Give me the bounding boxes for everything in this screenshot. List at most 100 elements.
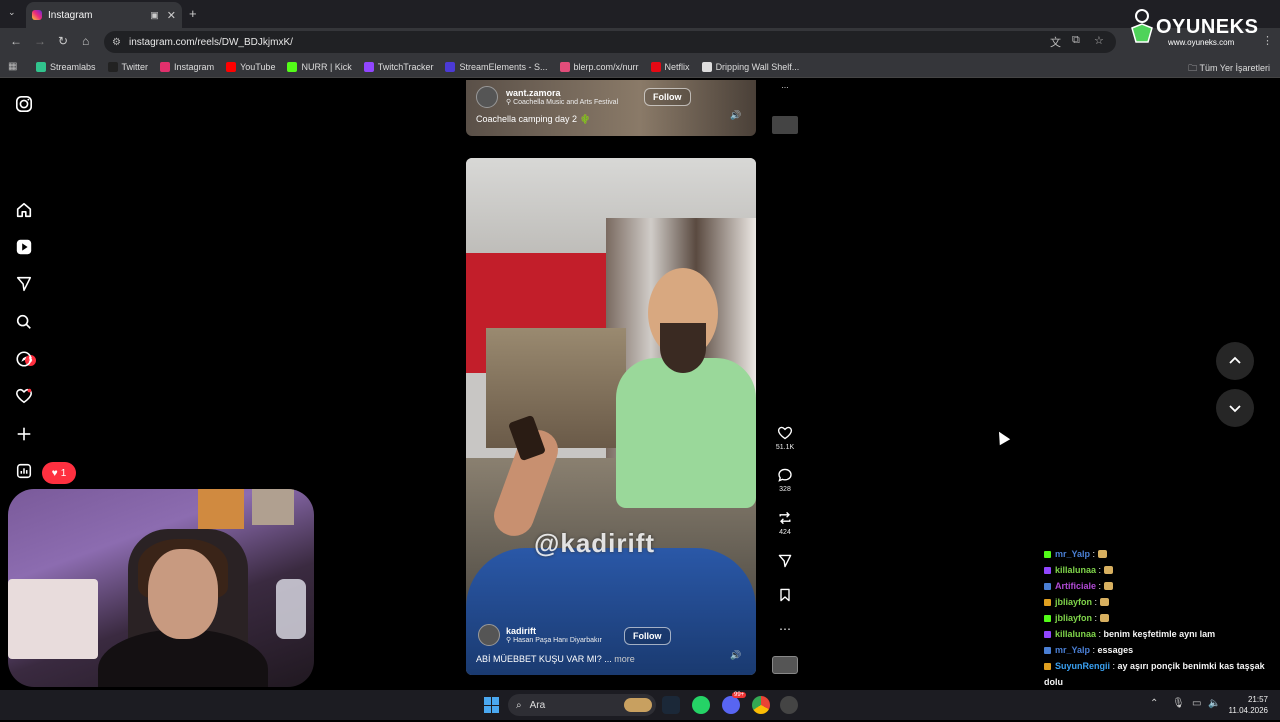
create-plus-icon[interactable] <box>14 424 34 444</box>
address-bar[interactable]: ⚙ instagram.com/reels/DW_BDJkjmxK/ <box>104 31 1116 53</box>
chat-emote-icon <box>1103 566 1113 574</box>
oyuneks-logo: OYUNEKS www.oyuneks.com <box>1128 8 1278 48</box>
volume-icon[interactable]: 🔊 <box>730 650 741 661</box>
share-icon[interactable] <box>772 553 798 572</box>
repost-count: 424 <box>779 529 791 536</box>
chat-message: SuyunRengii : ay aşırı ponçik benimki ka… <box>1044 658 1280 674</box>
home-icon[interactable]: ⌂ <box>82 34 89 48</box>
likes-notification-pill[interactable]: ♥ 1 <box>42 462 76 484</box>
volume-icon[interactable]: 🔈 <box>1208 698 1220 709</box>
avatar[interactable] <box>478 624 500 646</box>
heart-icon: ♥ <box>51 467 58 479</box>
site-info-icon[interactable]: ⚙ <box>112 37 121 48</box>
all-bookmarks-label: Tüm Yer İşaretleri <box>1199 63 1270 73</box>
avatar[interactable] <box>476 86 498 108</box>
reel-username[interactable]: kadirift <box>506 626 602 636</box>
chat-message: jbliayfon : <box>1044 610 1280 626</box>
volume-icon[interactable]: 🔊 <box>730 110 741 121</box>
apps-grid-icon[interactable]: ▦ <box>8 61 22 72</box>
bookmark-item[interactable]: Streamlabs <box>36 61 96 72</box>
bookmark-item[interactable]: NURR | Kick <box>287 61 352 72</box>
instagram-logo-icon[interactable] <box>14 94 34 114</box>
bookmark-item[interactable]: StreamElements - S... <box>445 61 548 72</box>
windows-taskbar: ⌕ Ara 99+ ⌃ 🎙 ▭ 🔈 21:57 11.04.2026 <box>0 690 1280 720</box>
bookmark-star-icon[interactable]: ☆ <box>1094 34 1104 47</box>
obs-icon[interactable] <box>780 696 798 714</box>
network-icon[interactable]: ▭ <box>1192 698 1201 709</box>
caption-more-link[interactable]: more <box>614 654 635 664</box>
comment-action[interactable]: 328 <box>772 467 798 493</box>
reel-previous[interactable]: want.zamora ⚲ Coachella Music and Arts F… <box>466 80 756 136</box>
new-tab-button[interactable]: + <box>189 6 197 21</box>
previous-reel-button[interactable] <box>1216 342 1254 380</box>
browser-tab-instagram[interactable]: Instagram ▣ ✕ <box>26 2 182 28</box>
chrome-icon[interactable] <box>752 696 770 714</box>
audio-thumbnail[interactable] <box>772 656 798 674</box>
reel-username[interactable]: want.zamora <box>506 88 618 98</box>
bookmark-label: Twitter <box>121 61 149 72</box>
chat-badge-icon <box>1044 615 1051 622</box>
bookmark-item[interactable]: YouTube <box>226 61 275 72</box>
reel-location[interactable]: ⚲ Hasan Paşa Hanı Diyarbakır <box>506 636 602 644</box>
chat-badge-icon <box>1044 599 1051 606</box>
tab-title: Instagram <box>48 9 93 21</box>
reels-icon[interactable] <box>14 237 34 257</box>
forward-icon[interactable]: → <box>34 34 46 48</box>
tray-chevron-icon[interactable]: ⌃ <box>1150 698 1158 709</box>
reload-icon[interactable]: ↻ <box>58 34 68 48</box>
messages-icon[interactable] <box>14 274 34 294</box>
search-icon[interactable] <box>14 312 34 332</box>
mic-icon[interactable]: 🎙 <box>1172 698 1185 709</box>
chat-badge-icon <box>1044 551 1051 558</box>
netflix-icon <box>650 61 661 72</box>
dashboard-chart-icon[interactable] <box>14 461 34 481</box>
tab-search-chevron-icon[interactable]: ⌄ <box>8 7 16 18</box>
discord-icon[interactable] <box>722 696 740 714</box>
bookmark-item[interactable]: Dripping Wall Shelf... <box>701 61 799 72</box>
repost-action[interactable]: 424 <box>772 510 798 536</box>
follow-button[interactable]: Follow <box>624 627 671 645</box>
follow-button[interactable]: Follow <box>644 88 691 106</box>
logo-site: www.oyuneks.com <box>1168 38 1235 47</box>
shelf <box>8 579 98 659</box>
repost-icon <box>779 511 791 525</box>
translate-icon[interactable]: 文 <box>1050 34 1061 50</box>
browser-toolbar: ← → ↻ ⌂ ⚙ instagram.com/reels/DW_BDJkjmx… <box>0 28 1280 56</box>
bookmark-item[interactable]: TwitchTracker <box>363 61 434 72</box>
close-tab-icon[interactable]: ✕ <box>167 9 176 22</box>
taskbar-search[interactable]: ⌕ Ara <box>508 694 656 716</box>
bookmark-item[interactable]: Twitter <box>107 61 149 72</box>
audio-thumbnail[interactable] <box>772 116 798 134</box>
back-icon[interactable]: ← <box>10 34 22 48</box>
bookmark-item[interactable]: Instagram <box>160 61 214 72</box>
windows-start-icon[interactable] <box>484 697 500 713</box>
search-icon: ⌕ <box>516 699 522 711</box>
install-app-icon[interactable]: ⧉ <box>1072 34 1080 47</box>
next-reel-button[interactable] <box>1216 389 1254 427</box>
bookmark-label: TwitchTracker <box>377 61 434 72</box>
save-bookmark-icon[interactable] <box>772 587 798 606</box>
more-options-icon[interactable]: ⋯ <box>772 84 798 92</box>
steam-icon[interactable] <box>662 696 680 714</box>
like-heart-icon <box>777 426 793 440</box>
notifications-heart-icon[interactable] <box>14 386 34 406</box>
like-action[interactable]: 51.1K <box>772 425 798 451</box>
video-watermark: @kadirift <box>534 528 656 558</box>
man-beard <box>660 323 706 373</box>
x-icon <box>107 61 118 72</box>
lamp <box>276 579 306 639</box>
media-playing-icon[interactable]: ▣ <box>150 10 159 21</box>
taskbar-clock[interactable]: 21:57 11.04.2026 <box>1229 694 1268 716</box>
more-options-icon[interactable]: ⋯ <box>772 622 798 636</box>
bookmark-item[interactable]: Netflix <box>650 61 690 72</box>
chat-text: essages <box>1097 645 1134 655</box>
reel-location[interactable]: ⚲ Coachella Music and Arts Festival <box>506 98 618 106</box>
chat-username: jbliayfon <box>1055 597 1093 607</box>
reel-current-video[interactable]: @kadirift kadirift ⚲ Hasan Paşa Hanı Diy… <box>466 158 756 675</box>
explore-compass-icon[interactable] <box>14 349 34 369</box>
whatsapp-icon[interactable] <box>692 696 710 714</box>
bookmark-item[interactable]: blerp.com/x/nurr <box>559 61 639 72</box>
chat-username: jbliayfon <box>1055 613 1093 623</box>
home-icon[interactable] <box>14 200 34 220</box>
all-bookmarks-folder[interactable]: 🗀 Tüm Yer İşaretleri <box>1188 61 1270 77</box>
